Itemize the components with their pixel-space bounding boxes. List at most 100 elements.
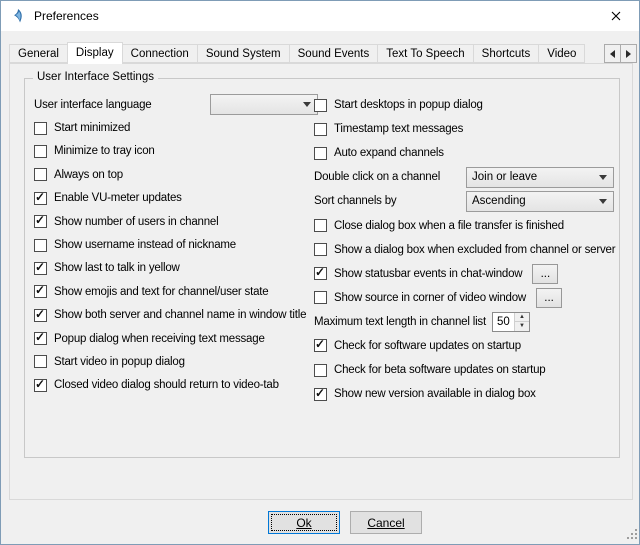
row-always-on-top: Always on top <box>34 163 318 186</box>
ellipsis-button-show-source-in-corner-of-video-window[interactable]: ... <box>536 288 562 308</box>
label: Always on top <box>54 169 123 181</box>
title-bar: Preferences <box>1 1 639 31</box>
row-show-statusbar-events-in-chat-window: Show statusbar events in chat-window... <box>314 262 614 286</box>
ok-button-label: Ok <box>296 516 311 530</box>
dropdown-double-click-on-a-channel[interactable]: Join or leave <box>466 167 614 188</box>
tab-sound-events[interactable]: Sound Events <box>289 44 379 63</box>
row-maximum-text-length-in-channel-list: Maximum text length in channel list 50▲▼ <box>314 310 614 334</box>
left-column: User interface language Start minimized Mi… <box>34 93 318 397</box>
label: Start minimized <box>54 122 130 134</box>
row-start-minimized: Start minimized <box>34 116 318 139</box>
app-icon <box>10 8 26 24</box>
checkbox-show-last-to-talk-in-yellow[interactable] <box>34 262 47 275</box>
label: Closed video dialog should return to vid… <box>54 379 279 391</box>
group-user-interface-settings: User Interface Settings User interface l… <box>24 78 620 458</box>
ok-button[interactable]: Ok <box>268 511 340 534</box>
checkbox-close-dialog-box-when-a-file-transfer-is-finished[interactable] <box>314 219 327 232</box>
tab-scroll-buttons <box>604 44 637 63</box>
tab-display[interactable]: Display <box>67 42 123 64</box>
checkbox-show-statusbar-events-in-chat-window[interactable] <box>314 267 327 280</box>
row-start-desktops-in-popup-dialog: Start desktops in popup dialog <box>314 93 614 117</box>
checkbox-show-username-instead-of-nickname[interactable] <box>34 239 47 252</box>
close-button[interactable] <box>593 1 639 31</box>
tab-sound-system[interactable]: Sound System <box>197 44 290 63</box>
label: Popup dialog when receiving text message <box>54 333 265 345</box>
checkbox-timestamp-text-messages[interactable] <box>314 123 327 136</box>
checkbox-closed-video-dialog-should-return-to-video-tab[interactable] <box>34 379 47 392</box>
label: Auto expand channels <box>334 147 444 159</box>
checkbox-minimize-to-tray-icon[interactable] <box>34 145 47 158</box>
label: Minimize to tray icon <box>54 145 155 157</box>
row-check-for-software-updates-on-startup: Check for software updates on startup <box>314 334 614 358</box>
checkbox-show-number-of-users-in-channel[interactable] <box>34 215 47 228</box>
chevron-down-icon <box>303 102 311 107</box>
row-double-click-on-a-channel: Double click on a channel Join or leave <box>314 165 614 189</box>
label: Show source in corner of video window <box>334 292 526 304</box>
row-show-new-version-available-in-dialog-box: Show new version available in dialog box <box>314 382 614 406</box>
resize-grip[interactable] <box>626 528 638 543</box>
preferences-window: Preferences GeneralDisplayConnectionSoun… <box>0 0 640 545</box>
spin-down-icon[interactable]: ▼ <box>515 322 529 331</box>
spin-buttons: ▲▼ <box>514 313 529 331</box>
label: User interface language <box>34 99 152 111</box>
label: Show a dialog box when excluded from cha… <box>334 244 615 256</box>
row-show-username-instead-of-nickname: Show username instead of nickname <box>34 233 318 256</box>
spin-up-icon[interactable]: ▲ <box>515 313 529 323</box>
label: Check for software updates on startup <box>334 340 521 352</box>
close-icon <box>611 9 621 24</box>
label: Start video in popup dialog <box>54 356 185 368</box>
tab-connection[interactable]: Connection <box>122 44 198 63</box>
checkbox-enable-vu-meter-updates[interactable] <box>34 192 47 205</box>
right-column: Start desktops in popup dialogTimestamp … <box>314 93 614 406</box>
group-title: User Interface Settings <box>33 71 158 83</box>
checkbox-always-on-top[interactable] <box>34 168 47 181</box>
label: Show username instead of nickname <box>54 239 236 251</box>
label: Show new version available in dialog box <box>334 388 536 400</box>
checkbox-start-minimized[interactable] <box>34 122 47 135</box>
checkbox-start-video-in-popup-dialog[interactable] <box>34 355 47 368</box>
tab-video[interactable]: Video <box>538 44 585 63</box>
dropdown-user-interface-language[interactable] <box>210 94 318 115</box>
label: Sort channels by <box>314 195 396 207</box>
row-sort-channels-by: Sort channels by Ascending <box>314 189 614 213</box>
window-title: Preferences <box>34 9 99 23</box>
dropdown-value: Ascending <box>467 195 599 207</box>
label: Start desktops in popup dialog <box>334 99 483 111</box>
label: Enable VU-meter updates <box>54 192 182 204</box>
checkbox-auto-expand-channels[interactable] <box>314 147 327 160</box>
label: Maximum text length in channel list <box>314 316 486 328</box>
arrow-left-icon <box>610 50 615 58</box>
checkbox-show-new-version-available-in-dialog-box[interactable] <box>314 388 327 401</box>
spinbox-maximum-text-length-in-channel-list[interactable]: 50▲▼ <box>492 312 530 332</box>
label: Double click on a channel <box>314 171 440 183</box>
checkbox-show-both-server-and-channel-name-in-window-title[interactable] <box>34 309 47 322</box>
row-auto-expand-channels: Auto expand channels <box>314 141 614 165</box>
label: Show last to talk in yellow <box>54 262 180 274</box>
tab-general[interactable]: General <box>9 44 68 63</box>
chevron-down-icon <box>599 199 607 204</box>
row-popup-dialog-when-receiving-text-message: Popup dialog when receiving text message <box>34 327 318 350</box>
label: Show statusbar events in chat-window <box>334 268 522 280</box>
checkbox-show-source-in-corner-of-video-window[interactable] <box>314 291 327 304</box>
checkbox-check-for-software-updates-on-startup[interactable] <box>314 339 327 352</box>
label: Show emojis and text for channel/user st… <box>54 286 269 298</box>
checkbox-start-desktops-in-popup-dialog[interactable] <box>314 99 327 112</box>
tab-scroll-right-button[interactable] <box>620 44 637 63</box>
checkbox-show-emojis-and-text-for-channel-user-state[interactable] <box>34 285 47 298</box>
row-enable-vu-meter-updates: Enable VU-meter updates <box>34 187 318 210</box>
ellipsis-button-show-statusbar-events-in-chat-window[interactable]: ... <box>532 264 558 284</box>
dropdown-sort-channels-by[interactable]: Ascending <box>466 191 614 212</box>
tab-text-to-speech[interactable]: Text To Speech <box>377 44 473 63</box>
row-user-interface-language: User interface language <box>34 93 318 116</box>
tab-scroll-left-button[interactable] <box>604 44 621 63</box>
label: Check for beta software updates on start… <box>334 364 546 376</box>
checkbox-check-for-beta-software-updates-on-startup[interactable] <box>314 364 327 377</box>
row-closed-video-dialog-should-return-to-video-tab: Closed video dialog should return to vid… <box>34 374 318 397</box>
cancel-button[interactable]: Cancel <box>350 511 422 534</box>
tab-shortcuts[interactable]: Shortcuts <box>473 44 540 63</box>
row-show-both-server-and-channel-name-in-window-title: Show both server and channel name in win… <box>34 304 318 327</box>
dropdown-value: Join or leave <box>467 171 599 183</box>
checkbox-popup-dialog-when-receiving-text-message[interactable] <box>34 332 47 345</box>
checkbox-show-a-dialog-box-when-excluded-from-channel-or-server[interactable] <box>314 243 327 256</box>
spin-value: 50 <box>493 313 514 331</box>
